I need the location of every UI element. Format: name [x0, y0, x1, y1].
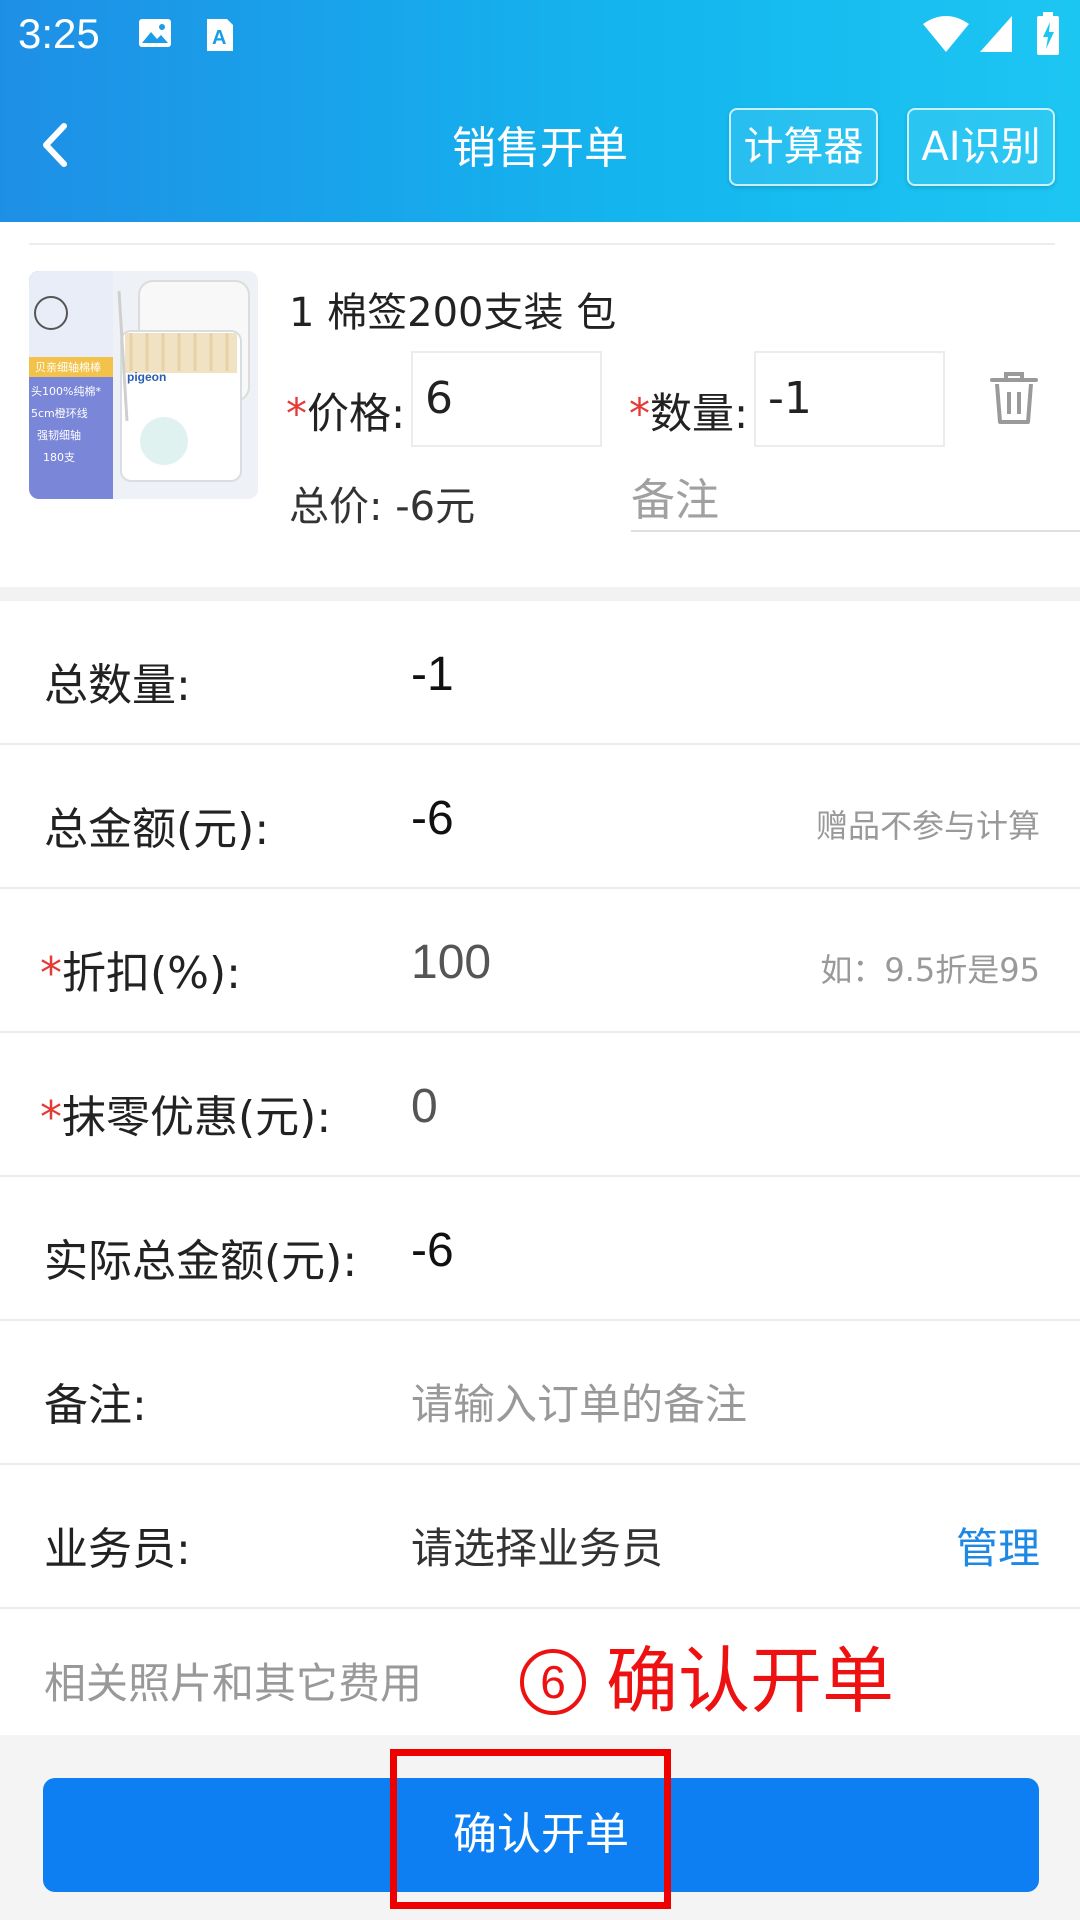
divider: [29, 243, 1055, 245]
quantity-input[interactable]: -1: [754, 351, 945, 447]
required-mark: *: [40, 1092, 62, 1143]
order-remark-label: 备注:: [44, 1380, 147, 1431]
gift-hint: 赠品不参与计算: [815, 807, 1040, 845]
calculator-button[interactable]: 计算器: [729, 108, 878, 186]
discount-input[interactable]: 100: [411, 935, 491, 990]
trash-icon: [990, 372, 1038, 424]
total-quantity-row: 总数量: -1: [0, 601, 1080, 745]
battery-icon: [1036, 12, 1060, 60]
required-mark: *: [629, 389, 650, 438]
actual-total-row: 实际总金额(元): -6: [0, 1177, 1080, 1321]
product-item: 贝亲细轴棉棒 pigeon 头100%纯棉* 5cm橙环线 强韧细轴 180支 …: [0, 222, 1080, 587]
ai-recognize-button[interactable]: AI识别: [907, 108, 1055, 186]
salesperson-label: 业务员:: [44, 1524, 191, 1575]
discount-hint: 如：9.5折是95: [820, 951, 1040, 989]
section-gap: [0, 587, 1080, 601]
product-image-text: 强韧细轴: [37, 428, 81, 442]
actual-total-label: 实际总金额(元):: [44, 1236, 358, 1287]
app-header: 3:25 A 销售开单 计算器 AI识别: [0, 0, 1080, 222]
salesperson-select[interactable]: 请选择业务员: [411, 1515, 663, 1576]
total-quantity-label: 总数量:: [44, 660, 191, 711]
step-annotation-text: 确认开单: [606, 1639, 895, 1723]
rounding-row: *抹零优惠(元): 0: [0, 1033, 1080, 1177]
actual-total-value: -6: [411, 1224, 454, 1277]
order-remark-row: 备注: 请输入订单的备注: [0, 1321, 1080, 1465]
product-image-text: 头100%纯棉*: [31, 384, 101, 398]
rounding-input[interactable]: 0: [411, 1079, 438, 1134]
wifi-icon: [922, 14, 970, 58]
total-amount-label: 总金额(元):: [44, 804, 270, 855]
accessibility-icon: A: [205, 18, 235, 56]
highlight-box: [390, 1749, 671, 1909]
product-image[interactable]: 贝亲细轴棉棒 pigeon 头100%纯棉* 5cm橙环线 强韧细轴 180支: [29, 271, 258, 499]
product-name: 1 棉签200支装 包: [289, 290, 617, 336]
discount-label: *折扣(%):: [40, 948, 241, 999]
required-mark: *: [286, 389, 307, 438]
salesperson-row: 业务员: 请选择业务员 管理: [0, 1465, 1080, 1609]
product-image-text: 贝亲细轴棉棒: [35, 360, 101, 374]
product-image-text: 5cm橙环线: [31, 406, 88, 420]
total-quantity-value: -1: [411, 648, 454, 701]
status-bar: 3:25 A: [0, 0, 1080, 76]
order-remark-input[interactable]: 请输入订单的备注: [411, 1371, 747, 1432]
status-time: 3:25: [18, 10, 100, 57]
quantity-label: *数量:: [629, 389, 749, 438]
rounding-label: *抹零优惠(元):: [40, 1092, 332, 1143]
product-image-text: 180支: [43, 451, 75, 464]
price-input[interactable]: 6: [411, 351, 602, 447]
item-total-price: 总价: -6元: [289, 484, 476, 530]
step-number: 6: [520, 1649, 586, 1715]
price-label: *价格:: [286, 389, 406, 438]
signal-icon: [978, 14, 1014, 58]
photos-and-fees-label[interactable]: 相关照片和其它费用: [44, 1650, 422, 1711]
item-remark-input[interactable]: 备注: [631, 462, 1080, 532]
step-annotation: 6 确认开单: [520, 1622, 894, 1727]
manage-link[interactable]: 管理: [956, 1515, 1040, 1576]
delete-button[interactable]: [988, 370, 1040, 426]
svg-text:A: A: [212, 27, 226, 49]
gallery-icon: [138, 18, 172, 52]
discount-row: *折扣(%): 100 如：9.5折是95: [0, 889, 1080, 1033]
required-mark: *: [40, 948, 62, 999]
total-amount-row: 总金额(元): -6 赠品不参与计算: [0, 745, 1080, 889]
product-image-text: pigeon: [127, 370, 166, 384]
total-amount-value: -6: [411, 792, 454, 845]
